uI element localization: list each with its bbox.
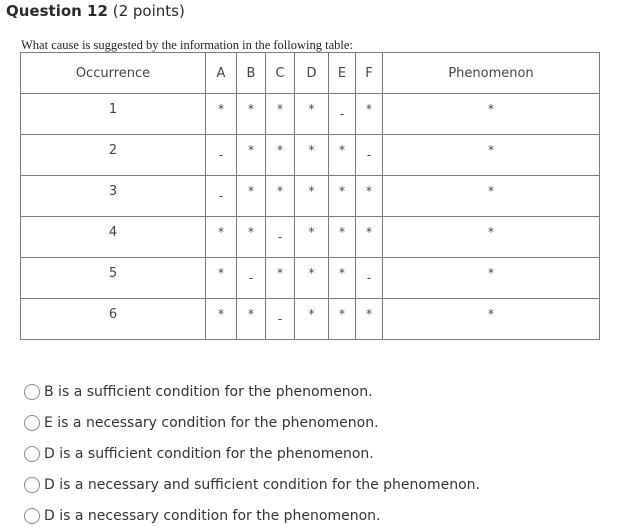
factor-d-cell: * — [294, 93, 329, 135]
phenomenon-cell: * — [382, 175, 600, 217]
table-row: 5 * - * * * - * — [20, 257, 600, 299]
radio-button[interactable] — [24, 476, 40, 493]
factor-e-cell: * — [328, 175, 356, 217]
occurrence-cell: 6 — [20, 298, 206, 340]
factor-a-cell: * — [205, 93, 237, 135]
phenomenon-cell: * — [382, 257, 600, 299]
factor-b-cell: * — [236, 93, 266, 135]
factor-e-cell: * — [328, 257, 356, 299]
phenomenon-cell: * — [382, 298, 600, 340]
header-factor-e: E — [328, 52, 356, 94]
occurrence-table: Occurrence A B C D E F Phenomenon 1 * * * * -… — [20, 52, 600, 340]
factor-f-cell: * — [355, 298, 383, 340]
factor-a-cell: * — [205, 216, 237, 258]
factor-f-cell: * — [355, 93, 383, 135]
radio-button[interactable] — [24, 445, 40, 462]
factor-e-cell: * — [328, 216, 356, 258]
phenomenon-cell: * — [382, 134, 600, 176]
factor-e-cell: * — [328, 134, 356, 176]
factor-b-cell: * — [236, 298, 266, 340]
radio-button[interactable] — [24, 414, 40, 431]
table-header-row: Occurrence A B C D E F Phenomenon — [20, 52, 600, 94]
factor-b-cell: * — [236, 175, 266, 217]
factor-e-cell: - — [328, 93, 356, 135]
phenomenon-cell: * — [382, 216, 600, 258]
answer-option-label: B is a sufficient condition for the phen… — [44, 383, 373, 400]
header-factor-d: D — [294, 52, 329, 94]
factor-a-cell: * — [205, 298, 237, 340]
table-row: 2- * * * * - * — [20, 134, 600, 176]
factor-a-cell: - — [205, 134, 237, 176]
table-row: 4 * * - * * * * — [20, 216, 600, 258]
occurrence-cell: 5 — [20, 257, 206, 299]
header-factor-b: B — [236, 52, 266, 94]
answer-option[interactable]: D is a sufficient condition for the phen… — [24, 438, 480, 469]
answer-option-label: D is a necessary condition for the pheno… — [44, 507, 381, 524]
factor-a-cell: - — [205, 175, 237, 217]
header-factor-f: F — [355, 52, 383, 94]
table-row: 3- * * * * * * — [20, 175, 600, 217]
answer-option-label: E is a necessary condition for the pheno… — [44, 414, 379, 431]
factor-f-cell: - — [355, 257, 383, 299]
factor-a-cell: * — [205, 257, 237, 299]
factor-f-cell: * — [355, 216, 383, 258]
answer-option[interactable]: D is a necessary and sufficient conditio… — [24, 469, 480, 500]
question-header: Question 12 (2 points) — [6, 2, 185, 20]
answer-option[interactable]: B is a sufficient condition for the phen… — [24, 376, 480, 407]
factor-c-cell: * — [265, 93, 295, 135]
occurrence-cell: 1 — [20, 93, 206, 135]
factor-d-cell: * — [294, 175, 329, 217]
answer-options: B is a sufficient condition for the phen… — [24, 376, 480, 531]
factor-c-cell: * — [265, 134, 295, 176]
factor-f-cell: * — [355, 175, 383, 217]
factor-f-cell: - — [355, 134, 383, 176]
question-number: Question 12 — [6, 2, 108, 20]
factor-b-cell: - — [236, 257, 266, 299]
occurrence-cell: 4 — [20, 216, 206, 258]
table-row: 6 * * - * * * * — [20, 298, 600, 340]
radio-button[interactable] — [24, 507, 40, 524]
header-factor-c: C — [265, 52, 295, 94]
factor-b-cell: * — [236, 134, 266, 176]
factor-c-cell: - — [265, 216, 295, 258]
question-points: (2 points) — [112, 2, 185, 20]
table-row: 1 * * * * - * * — [20, 93, 600, 135]
answer-option[interactable]: E is a necessary condition for the pheno… — [24, 407, 480, 438]
header-factor-a: A — [205, 52, 237, 94]
factor-e-cell: * — [328, 298, 356, 340]
header-occurrence: Occurrence — [20, 52, 206, 94]
factor-c-cell: - — [265, 298, 295, 340]
occurrence-cell: 3 — [20, 175, 206, 217]
factor-d-cell: * — [294, 298, 329, 340]
factor-c-cell: * — [265, 257, 295, 299]
answer-option-label: D is a necessary and sufficient conditio… — [44, 476, 480, 493]
phenomenon-cell: * — [382, 93, 600, 135]
radio-button[interactable] — [24, 383, 40, 400]
factor-b-cell: * — [236, 216, 266, 258]
occurrence-cell: 2 — [20, 134, 206, 176]
answer-option[interactable]: D is a necessary condition for the pheno… — [24, 500, 480, 531]
answer-option-label: D is a sufficient condition for the phen… — [44, 445, 374, 462]
header-phenomenon: Phenomenon — [382, 52, 600, 94]
factor-d-cell: * — [294, 257, 329, 299]
question-prompt: What cause is suggested by the informati… — [21, 38, 353, 52]
factor-c-cell: * — [265, 175, 295, 217]
factor-d-cell: * — [294, 216, 329, 258]
factor-d-cell: * — [294, 134, 329, 176]
